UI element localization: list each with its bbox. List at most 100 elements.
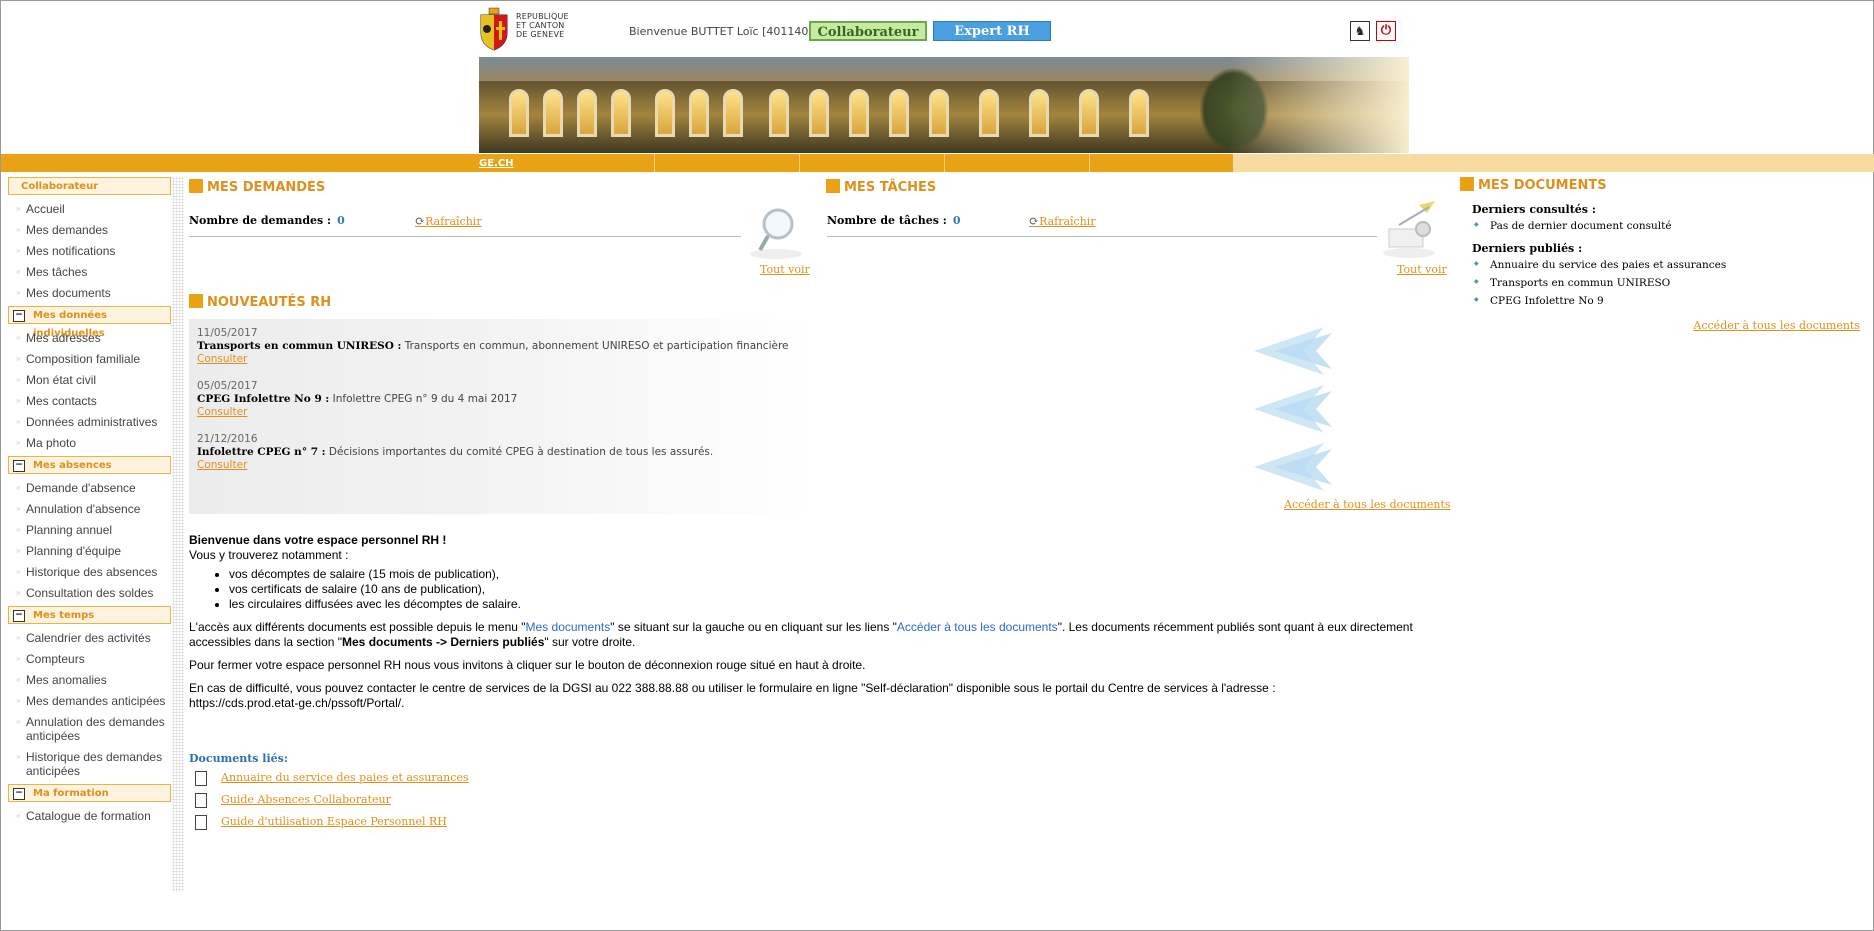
help-icon[interactable]: ♞ xyxy=(1350,21,1370,41)
sidebar-section-collaborateur: Collaborateur xyxy=(8,177,171,195)
sidebar-item-calendrier[interactable]: Calendrier des activités xyxy=(8,628,171,649)
welcome-list: vos décomptes de salaire (15 mois de pub… xyxy=(189,567,1449,612)
sidebar-section-donnees[interactable]: − Mes données individuelles xyxy=(8,306,171,339)
demandes-refresh-link[interactable]: ⟳Rafraîchir xyxy=(415,214,482,228)
decorative-arrows-icon xyxy=(1254,327,1332,375)
collapse-icon[interactable]: − xyxy=(13,460,25,472)
collaborateur-button[interactable]: Collaborateur xyxy=(809,21,927,41)
welcome-paragraph-access: L'accès aux différents documents est pos… xyxy=(189,620,1413,649)
sidebar-item-composition-familiale[interactable]: Composition familiale xyxy=(8,349,171,370)
doc-link-guide-absences[interactable]: Guide Absences Collaborateur xyxy=(189,789,469,811)
list-item: Transports en commun UNIRESO xyxy=(1472,277,1860,289)
header-banner-image xyxy=(479,57,1409,153)
demandes-tout-voir-link[interactable]: Tout voir xyxy=(760,263,810,276)
welcome-paragraph-logout: Pour fermer votre espace personnel RH no… xyxy=(189,658,866,672)
sidebar-item-catalogue-formation[interactable]: Catalogue de formation xyxy=(8,806,171,827)
divider xyxy=(189,236,741,237)
collapse-icon[interactable]: − xyxy=(13,310,25,322)
sidebar-item-mes-notifications[interactable]: Mes notifications xyxy=(8,241,171,262)
doc-link-guide-utilisation[interactable]: Guide d'utilisation Espace Personnel RH xyxy=(189,811,469,833)
news-desc: Décisions importantes du comité CPEG à d… xyxy=(325,446,714,458)
list-item: CPEG Infolettre No 9 xyxy=(1472,295,1860,307)
news-item: 05/05/2017 CPEG Infolettre No 9 : Infole… xyxy=(197,380,1097,419)
sidebar-item-adresses[interactable]: Mes adresses xyxy=(8,328,171,349)
documents-lies-title: Documents liés: xyxy=(189,752,288,765)
support-portal-link[interactable]: https://cds.prod.etat-ge.ch/pssoft/Porta… xyxy=(189,696,401,710)
list-item: vos certificats de salaire (10 ans de pu… xyxy=(229,582,1449,597)
sidebar-item-mes-taches[interactable]: Mes tâches xyxy=(8,262,171,283)
mes-documents-panel: MES DOCUMENTS Derniers consultés : Pas d… xyxy=(1460,177,1860,332)
sidebar-item-mes-documents[interactable]: Mes documents xyxy=(8,283,171,304)
news-consulter-link[interactable]: Consulter xyxy=(197,353,247,365)
gech-link[interactable]: GE.CH xyxy=(479,158,514,169)
published-doc-link[interactable]: CPEG Infolettre No 9 xyxy=(1490,295,1604,307)
sidebar-item-contacts[interactable]: Mes contacts xyxy=(8,391,171,412)
tools-icon xyxy=(1379,199,1441,259)
sidebar-item-anomalies[interactable]: Mes anomalies xyxy=(8,670,171,691)
news-consulter-link[interactable]: Consulter xyxy=(197,406,247,418)
doc-link-annuaire[interactable]: Annuaire du service des paies et assuran… xyxy=(189,767,469,789)
sidebar-item-donnees-admin[interactable]: Données administratives xyxy=(8,412,171,433)
sidebar-item-accueil[interactable]: Accueil xyxy=(8,199,171,220)
sidebar-item-etat-civil[interactable]: Mon état civil xyxy=(8,370,171,391)
document-icon xyxy=(195,793,207,808)
news-title: CPEG Infolettre No 9 : xyxy=(197,393,330,405)
refresh-icon: ⟳ xyxy=(415,214,426,228)
refresh-icon: ⟳ xyxy=(1029,214,1040,228)
sidebar-item-annulation-absence[interactable]: Annulation d'absence xyxy=(8,499,171,520)
republic-text: REPUBLIQUE ET CANTON DE GENEVE xyxy=(516,12,569,39)
document-icon xyxy=(195,815,207,830)
demandes-count: Nombre de demandes :0 xyxy=(189,214,345,227)
taches-refresh-link[interactable]: ⟳Rafraîchir xyxy=(1029,214,1096,228)
sidebar: Collaborateur Accueil Mes demandes Mes n… xyxy=(8,177,171,829)
news-desc: Infolettre CPEG n° 9 du 4 mai 2017 xyxy=(329,393,518,405)
power-icon[interactable]: ⏻ xyxy=(1376,21,1396,41)
geneva-crest-logo xyxy=(479,7,509,51)
welcome-heading: Bienvenue dans votre espace personnel RH… xyxy=(189,533,447,547)
news-title: Infolettre CPEG n° 7 : xyxy=(197,446,326,458)
collapse-icon[interactable]: − xyxy=(13,788,25,800)
document-icon xyxy=(195,771,207,786)
sidebar-item-demandes-anticipees[interactable]: Mes demandes anticipées xyxy=(8,691,171,712)
news-panel: 11/05/2017 Transports en commun UNIRESO … xyxy=(189,319,1439,514)
taches-count: Nombre de tâches :0 xyxy=(827,214,961,227)
welcome-content: Bienvenue dans votre espace personnel RH… xyxy=(189,533,1449,719)
list-item: Annuaire du service des paies et assuran… xyxy=(1472,259,1860,271)
list-item: Pas de dernier document consulté xyxy=(1472,220,1860,232)
sidebar-item-mes-demandes[interactable]: Mes demandes xyxy=(8,220,171,241)
sidebar-item-planning-equipe[interactable]: Planning d'équipe xyxy=(8,541,171,562)
derniers-consultes-label: Derniers consultés : xyxy=(1472,203,1596,216)
mes-documents-link[interactable]: Mes documents xyxy=(526,620,611,634)
list-item: vos décomptes de salaire (15 mois de pub… xyxy=(229,567,1449,582)
welcome-user-text: Bienvenue BUTTET Loïc [40114097] xyxy=(629,25,827,38)
acceder-documents-link[interactable]: Accéder à tous les documents xyxy=(897,620,1058,634)
news-consulter-link[interactable]: Consulter xyxy=(197,459,247,471)
mes-documents-all-link[interactable]: Accéder à tous les documents xyxy=(1693,319,1860,332)
mes-documents-title: MES DOCUMENTS xyxy=(1460,177,1860,193)
news-item: 21/12/2016 Infolettre CPEG n° 7 : Décisi… xyxy=(197,433,1097,472)
orange-nav-bar xyxy=(1,154,1874,172)
sidebar-item-consultation-soldes[interactable]: Consultation des soldes xyxy=(8,583,171,604)
sidebar-section-temps[interactable]: − Mes temps xyxy=(8,606,171,624)
magnifier-icon xyxy=(746,204,806,260)
nouveautes-rh-title: NOUVEAUTÉS RH xyxy=(189,294,331,310)
collapse-icon[interactable]: − xyxy=(13,610,25,622)
sidebar-item-annulation-anticipees[interactable]: Annulation des demandes anticipées xyxy=(8,712,171,747)
sidebar-section-formation[interactable]: − Ma formation xyxy=(8,784,171,802)
sidebar-item-compteurs[interactable]: Compteurs xyxy=(8,649,171,670)
sidebar-section-absences[interactable]: − Mes absences xyxy=(8,456,171,474)
sidebar-item-demande-absence[interactable]: Demande d'absence xyxy=(8,478,171,499)
published-doc-link[interactable]: Transports en commun UNIRESO xyxy=(1490,277,1670,289)
taches-tout-voir-link[interactable]: Tout voir xyxy=(1397,263,1447,276)
news-date: 11/05/2017 xyxy=(197,327,258,339)
news-date: 05/05/2017 xyxy=(197,380,258,392)
sidebar-item-planning-annuel[interactable]: Planning annuel xyxy=(8,520,171,541)
expert-rh-button[interactable]: Expert RH xyxy=(933,21,1051,41)
nouveautes-all-docs-link[interactable]: Accéder à tous les documents xyxy=(1284,498,1451,511)
published-doc-link[interactable]: Annuaire du service des paies et assuran… xyxy=(1490,259,1726,271)
sidebar-item-historique-anticipees[interactable]: Historique des demandes anticipées xyxy=(8,747,171,782)
derniers-publies-label: Derniers publiés : xyxy=(1472,242,1583,255)
sidebar-item-historique-absences[interactable]: Historique des absences xyxy=(8,562,171,583)
sidebar-item-photo[interactable]: Ma photo xyxy=(8,433,171,454)
documents-lies: Documents liés: Annuaire du service des … xyxy=(189,752,469,833)
